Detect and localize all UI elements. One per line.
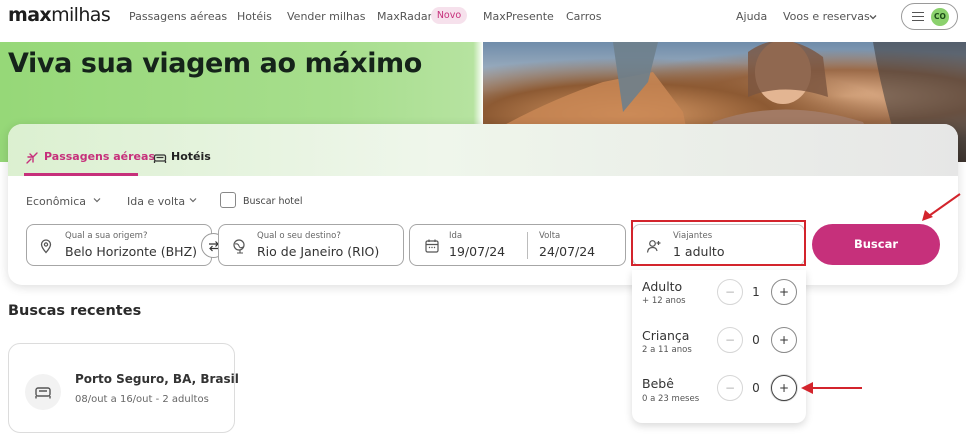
top-navbar: maxmilhas Passagens aéreas Hotéis Vender… [0, 0, 966, 34]
origin-value: Belo Horizonte (BHZ) [65, 244, 198, 259]
maxmilhas-logo[interactable]: maxmilhas [8, 4, 111, 26]
recent-searches-title: Buscas recentes [8, 303, 142, 319]
location-pin-icon [40, 239, 52, 254]
depart-date-label: Ida [449, 231, 463, 241]
bed-icon [35, 387, 51, 399]
logo-bold-part: max [8, 4, 52, 26]
nav-maxpresente[interactable]: MaxPresente [483, 10, 554, 23]
traveller-age-infant: 0 a 23 meses [642, 394, 700, 404]
trip-type-select[interactable]: Ida e volta [127, 195, 185, 208]
plane-icon [26, 152, 38, 164]
traveller-age-adult: + 12 anos [642, 296, 686, 306]
flight-search-card: Passagens aéreas Hotéis Econômica Ida e … [8, 124, 958, 285]
traveller-age-child: 2 a 11 anos [642, 345, 692, 355]
recent-icon-circle [25, 374, 61, 410]
recent-search-card[interactable]: Porto Seguro, BA, Brasil 08/out a 16/out… [8, 343, 239, 433]
depart-date-value[interactable]: 19/07/24 [449, 244, 505, 259]
adult-increment-button[interactable]: + [771, 279, 797, 305]
dates-field[interactable]: Ida 19/07/24 Volta 24/07/24 [409, 224, 626, 266]
recent-search-place: Porto Seguro, BA, Brasil [75, 372, 239, 386]
child-decrement-button[interactable]: − [717, 327, 743, 353]
calendar-icon [425, 239, 439, 253]
hero-title: Viva sua viagem ao máximo [8, 48, 422, 79]
tab-hoteis[interactable]: Hotéis [171, 150, 211, 163]
nav-ajuda[interactable]: Ajuda [736, 10, 767, 23]
chevron-down-icon [189, 198, 197, 203]
chevron-down-icon [93, 198, 101, 203]
origin-field[interactable]: Qual a sua origem? Belo Horizonte (BHZ) [26, 224, 212, 266]
child-count: 0 [752, 333, 760, 347]
destination-value: Rio de Janeiro (RIO) [257, 244, 380, 259]
origin-label: Qual a sua origem? [65, 231, 148, 241]
globe-pin-icon [233, 239, 245, 254]
return-date-label: Volta [539, 231, 561, 241]
search-button[interactable]: Buscar [812, 224, 940, 265]
recent-search-dates: 08/out a 16/out - 2 adultos [75, 394, 209, 405]
adult-decrement-button[interactable]: − [717, 279, 743, 305]
return-date-value[interactable]: 24/07/24 [539, 244, 595, 259]
nav-maxradar[interactable]: MaxRadar [377, 10, 432, 23]
annotation-arrow-icon [801, 382, 862, 394]
destination-field[interactable]: Qual o seu destino? Rio de Janeiro (RIO) [218, 224, 404, 266]
buscar-hotel-checkbox[interactable] [220, 192, 236, 208]
buscar-hotel-label: Buscar hotel [243, 196, 303, 207]
date-divider [527, 232, 528, 259]
hamburger-icon [912, 12, 924, 21]
infant-decrement-button[interactable]: − [717, 375, 743, 401]
nav-voos-e-reservas[interactable]: Voos e reservas [783, 10, 870, 23]
travellers-dropdown: Adulto + 12 anos − 1 + Criança 2 a 11 an… [632, 270, 806, 423]
new-badge: Novo [431, 7, 467, 24]
child-increment-button[interactable]: + [771, 327, 797, 353]
nav-passagens-aereas[interactable]: Passagens aéreas [129, 10, 227, 23]
chevron-down-icon [869, 15, 877, 20]
tab-passagens-aereas[interactable]: Passagens aéreas [44, 150, 155, 163]
travellers-highlight-box [631, 220, 806, 266]
traveller-type-child: Criança [642, 328, 690, 343]
infant-increment-button[interactable]: + [771, 375, 797, 401]
destination-label: Qual o seu destino? [257, 231, 341, 241]
active-tab-indicator [24, 173, 138, 176]
traveller-type-adult: Adulto [642, 279, 683, 294]
account-menu-button[interactable]: CO [901, 3, 958, 30]
nav-carros[interactable]: Carros [566, 10, 602, 23]
cabin-class-select[interactable]: Econômica [26, 195, 86, 208]
adult-count: 1 [752, 285, 760, 299]
infant-count: 0 [752, 381, 760, 395]
traveller-type-infant: Bebê [642, 376, 674, 391]
bed-icon [153, 154, 167, 163]
logo-rest-part: milhas [51, 4, 111, 26]
nav-vender-milhas[interactable]: Vender milhas [287, 10, 365, 23]
avatar: CO [931, 8, 949, 26]
nav-hoteis[interactable]: Hotéis [237, 10, 272, 23]
